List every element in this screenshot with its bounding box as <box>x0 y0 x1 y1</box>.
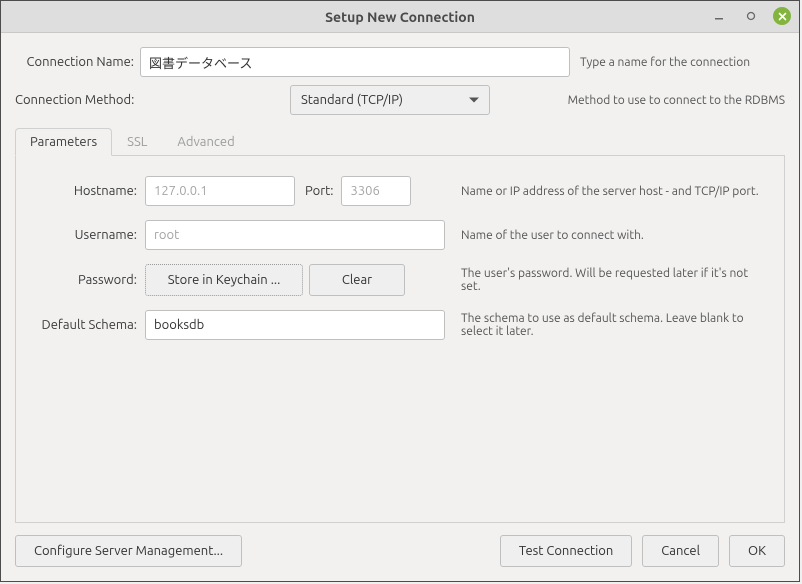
password-row: Password: Store in Keychain ... Clear Th… <box>30 264 770 296</box>
hostname-label: Hostname: <box>30 184 145 198</box>
window-controls <box>709 6 791 26</box>
hostname-hint: Name or IP address of the server host - … <box>461 185 770 198</box>
connection-method-hint: Method to use to connect to the RDBMS <box>500 94 785 107</box>
parameters-panel: Hostname: Port: Name or IP address of th… <box>15 156 785 523</box>
content-area: Connection Name: Type a name for the con… <box>1 33 799 523</box>
password-hint: The user's password. Will be requested l… <box>461 267 770 293</box>
dialog-footer: Configure Server Management... Test Conn… <box>1 523 799 581</box>
tab-advanced[interactable]: Advanced <box>162 128 249 156</box>
connection-method-dropdown[interactable]: Standard (TCP/IP) <box>290 85 490 115</box>
hostname-input[interactable] <box>145 176 295 206</box>
username-hint: Name of the user to connect with. <box>461 229 770 242</box>
connection-name-label: Connection Name: <box>15 55 140 69</box>
port-input[interactable] <box>341 176 411 206</box>
store-keychain-button[interactable]: Store in Keychain ... <box>145 264 303 296</box>
connection-name-input[interactable] <box>140 47 570 77</box>
password-label: Password: <box>30 273 145 287</box>
titlebar: Setup New Connection <box>1 1 799 33</box>
schema-hint: The schema to use as default schema. Lea… <box>461 312 770 338</box>
close-icon[interactable] <box>773 7 791 25</box>
footer-spacer <box>252 535 490 567</box>
connection-name-row: Connection Name: Type a name for the con… <box>15 47 785 77</box>
hostname-row: Hostname: Port: Name or IP address of th… <box>30 176 770 206</box>
dialog-window: Setup New Connection Connection Name: Ty… <box>0 0 800 582</box>
tab-parameters[interactable]: Parameters <box>15 128 112 156</box>
cancel-button[interactable]: Cancel <box>642 535 719 567</box>
chevron-down-icon <box>469 98 479 103</box>
username-input[interactable] <box>145 220 445 250</box>
port-label: Port: <box>305 184 333 198</box>
minimize-icon[interactable] <box>709 6 729 26</box>
configure-server-button[interactable]: Configure Server Management... <box>15 535 242 567</box>
tab-bar: Parameters SSL Advanced <box>15 127 785 156</box>
clear-password-button[interactable]: Clear <box>309 264 405 296</box>
window-title: Setup New Connection <box>325 9 475 25</box>
connection-method-value: Standard (TCP/IP) <box>301 93 403 107</box>
connection-method-label: Connection Method: <box>15 93 150 107</box>
schema-label: Default Schema: <box>30 318 145 332</box>
connection-method-row: Connection Method: Standard (TCP/IP) Met… <box>15 85 785 115</box>
ok-button[interactable]: OK <box>729 535 785 567</box>
username-label: Username: <box>30 228 145 242</box>
connection-name-hint: Type a name for the connection <box>580 56 785 69</box>
tab-ssl[interactable]: SSL <box>112 128 162 156</box>
schema-row: Default Schema: The schema to use as def… <box>30 310 770 340</box>
maximize-icon[interactable] <box>741 6 761 26</box>
test-connection-button[interactable]: Test Connection <box>500 535 632 567</box>
username-row: Username: Name of the user to connect wi… <box>30 220 770 250</box>
default-schema-input[interactable] <box>145 310 445 340</box>
